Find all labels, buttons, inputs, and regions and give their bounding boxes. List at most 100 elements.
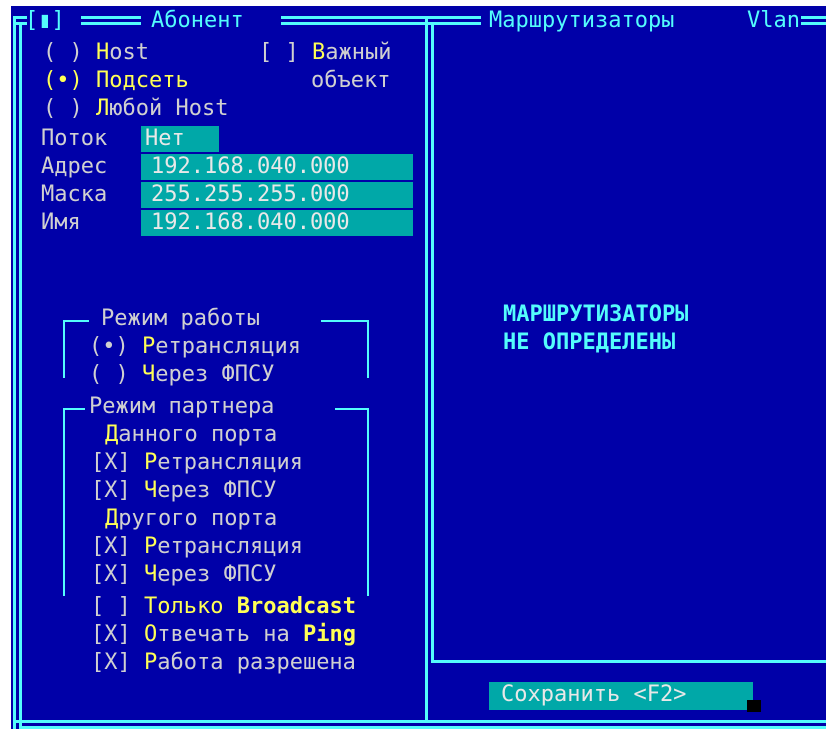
important-check-mark: [ ] [259, 40, 299, 65]
work-enabled-check[interactable]: [X] Работа разрешена [91, 650, 356, 676]
text-cursor [747, 700, 761, 712]
mask-field[interactable]: 255.255.255.000 [141, 182, 413, 208]
this-fpsu-label: ерез ФПСУ [157, 478, 277, 503]
partner-frame-right [367, 408, 369, 596]
stream-label-text: Поток [41, 126, 108, 151]
right-inner-bottom [431, 660, 826, 663]
frame-top-end-a [801, 16, 826, 19]
this-fpsu-hotkey: Ч [144, 478, 158, 503]
name-value: 192.168.040.000 [151, 210, 350, 235]
radio-subnet-hotkey: П [96, 68, 110, 93]
workmode-frame-top-left [63, 320, 89, 322]
other-retrans-hotkey: Р [144, 534, 158, 559]
broadcast-only-check[interactable]: [ ] Только Broadcast [91, 594, 356, 620]
divider-b [431, 22, 434, 662]
stream-field[interactable]: Нет [141, 126, 219, 152]
important-hotkey: В [312, 40, 326, 65]
important-label-line2-text: объект [311, 68, 391, 93]
this-retrans-hotkey: Р [144, 450, 158, 475]
enabled-mark: [X] [91, 650, 131, 675]
focus-marker[interactable]: [▮] [25, 8, 65, 34]
routers-message-line1-text: МАРШРУТИЗАТОРЫ [503, 302, 689, 327]
this-fpsu-mark: [X] [91, 478, 131, 503]
this-port-hotkey: Д [105, 422, 119, 447]
radio-any-label: юбой Host [109, 96, 229, 121]
address-field[interactable]: 192.168.040.000 [141, 154, 413, 180]
this-port-label: анного порта [118, 422, 278, 447]
workmode-fpsu-radio[interactable]: ( ) Через ФПСУ [89, 362, 274, 388]
routers-message-line1: МАРШРУТИЗАТОРЫ [503, 302, 688, 328]
save-button-label: Сохранить <F2> [501, 682, 687, 707]
other-port-retrans-check[interactable]: [X] Ретрансляция [91, 534, 303, 560]
radio-any-hotkey: Л [96, 96, 110, 121]
radio-subnet[interactable]: (•) Подсеть [43, 68, 189, 94]
stream-value: Нет [145, 126, 185, 151]
workmode-frame-right [367, 320, 369, 378]
radio-host[interactable]: ( ) Host [43, 40, 149, 66]
other-port-hotkey: Д [105, 506, 119, 531]
this-port-heading: Данного порта [105, 422, 277, 448]
this-retrans-label: етрансляция [157, 450, 303, 475]
other-port-label: ругого порта [118, 506, 278, 531]
frame-top-right-a [281, 16, 481, 19]
other-retrans-label: етрансляция [157, 534, 303, 559]
broadcast-mark: [ ] [91, 594, 131, 619]
divider-a [425, 16, 428, 723]
workmode-fpsu-label: ерез ФПСУ [155, 362, 275, 387]
partner-title-text: Режим партнера [89, 394, 275, 419]
other-port-fpsu-check[interactable]: [X] Через ФПСУ [91, 562, 276, 588]
frame-bottom-a [13, 720, 826, 723]
this-port-fpsu-check[interactable]: [X] Через ФПСУ [91, 478, 276, 504]
other-fpsu-mark: [X] [91, 562, 131, 587]
workmode-frame-left [63, 320, 65, 378]
important-label: ажный [325, 40, 392, 65]
radio-host-hotkey: H [96, 40, 110, 65]
workmode-retrans-hotkey: Р [142, 334, 156, 359]
other-port-heading: Другого порта [105, 506, 277, 532]
enabled-label: абота разрешена [157, 650, 356, 675]
radio-any-host[interactable]: ( ) Любой Host [43, 96, 228, 122]
important-checkbox[interactable]: [ ] Важный [259, 40, 391, 66]
vlan-label-text: Vlan [747, 8, 800, 33]
this-retrans-mark: [X] [91, 450, 131, 475]
frame-top-right-b [281, 22, 481, 25]
frame-left-b [19, 22, 22, 729]
enabled-hotkey: Р [144, 650, 158, 675]
routers-message-line2-text: НЕ ОПРЕДЕЛЕНЫ [503, 330, 676, 355]
partner-frame-top-left [63, 408, 85, 410]
workmode-frame-top-right [321, 320, 369, 322]
radio-subnet-label: одсеть [109, 68, 189, 93]
workmode-title: Режим работы [101, 306, 260, 332]
broadcast-label: олько [157, 594, 237, 619]
frame-top-mid-a [81, 16, 141, 19]
ping-label: твечать на [157, 622, 303, 647]
focus-marker-text: [▮] [25, 8, 65, 33]
vlan-label: Vlan [747, 8, 800, 34]
stream-label: Поток [41, 126, 107, 152]
this-port-retrans-check[interactable]: [X] Ретрансляция [91, 450, 303, 476]
workmode-retrans-mark: (•) [89, 334, 129, 359]
address-label: Адрес [41, 154, 107, 180]
dos-screen: [▮] Абонент Маршрутизаторы Vlan ( ) Host… [11, 6, 826, 729]
radio-host-label: ost [109, 40, 149, 65]
reply-ping-check[interactable]: [X] Отвечать на Ping [91, 622, 356, 648]
name-field[interactable]: 192.168.040.000 [141, 210, 413, 236]
workmode-retrans-radio[interactable]: (•) Ретрансляция [89, 334, 301, 360]
partner-frame-left [63, 408, 65, 596]
address-label-text: Адрес [41, 154, 108, 179]
workmode-title-text: Режим работы [101, 306, 260, 331]
mask-label-text: Маска [41, 182, 108, 207]
workmode-fpsu-hotkey: Ч [142, 362, 156, 387]
save-button[interactable]: Сохранить <F2> [489, 682, 753, 710]
radio-any-mark: ( ) [43, 96, 83, 121]
broadcast-hotkey: Т [144, 594, 158, 619]
important-label-line2: объект [311, 68, 390, 94]
other-fpsu-hotkey: Ч [144, 562, 158, 587]
partner-title: Режим партнера [89, 394, 274, 420]
ping-word: Ping [302, 622, 356, 647]
routers-message-line2: НЕ ОПРЕДЕЛЕНЫ [503, 330, 675, 356]
address-value: 192.168.040.000 [151, 154, 350, 179]
right-panel-title-text: Маршрутизаторы [489, 8, 675, 33]
left-panel-title-text: Абонент [151, 8, 244, 33]
ping-mark: [X] [91, 622, 131, 647]
